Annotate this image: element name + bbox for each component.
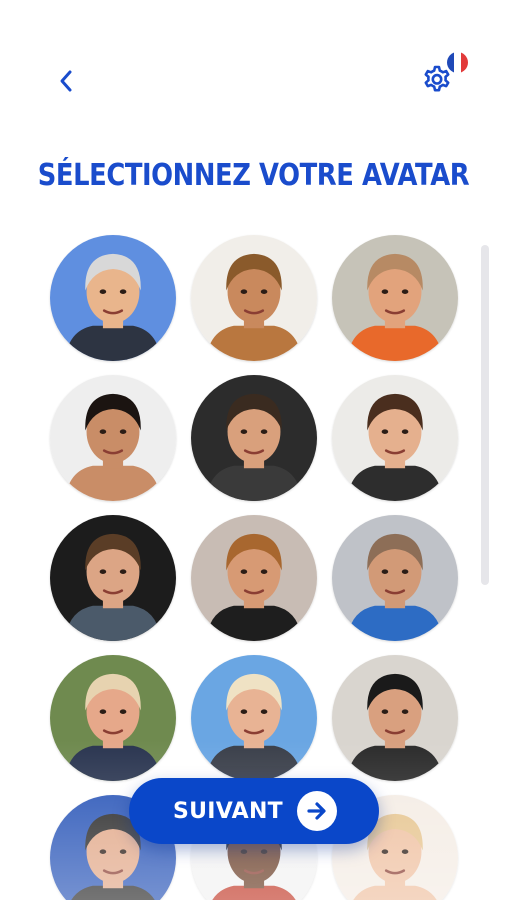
avatar-option-2[interactable] xyxy=(191,235,317,361)
avatar-option-10[interactable] xyxy=(50,655,176,781)
avatar-portrait xyxy=(50,655,176,781)
avatar-option-12[interactable] xyxy=(332,655,458,781)
avatar-portrait xyxy=(332,375,458,501)
avatar-portrait xyxy=(332,515,458,641)
flag-stripe-red xyxy=(461,52,468,73)
next-button-label: SUIVANT xyxy=(173,798,283,824)
avatar-option-7[interactable] xyxy=(50,515,176,641)
avatar-option-4[interactable] xyxy=(50,375,176,501)
avatar-portrait xyxy=(191,375,317,501)
avatar-portrait xyxy=(50,515,176,641)
avatar-option-8[interactable] xyxy=(191,515,317,641)
next-button[interactable]: SUIVANT xyxy=(129,778,379,844)
avatar-portrait xyxy=(191,235,317,361)
avatar-option-6[interactable] xyxy=(332,375,458,501)
france-flag-icon[interactable] xyxy=(447,52,468,73)
chevron-left-icon xyxy=(60,70,72,92)
avatar-portrait xyxy=(50,375,176,501)
flag-stripe-white xyxy=(454,52,461,73)
avatar-portrait xyxy=(191,655,317,781)
avatar-portrait xyxy=(191,515,317,641)
avatar-option-5[interactable] xyxy=(191,375,317,501)
avatar-option-11[interactable] xyxy=(191,655,317,781)
avatar-portrait xyxy=(50,235,176,361)
back-button[interactable] xyxy=(52,66,80,96)
avatar-option-1[interactable] xyxy=(50,235,176,361)
scrollbar[interactable] xyxy=(481,245,489,585)
avatar-option-3[interactable] xyxy=(332,235,458,361)
avatar-portrait xyxy=(332,655,458,781)
avatar-portrait xyxy=(332,235,458,361)
avatar-option-9[interactable] xyxy=(332,515,458,641)
page-title: SÉLECTIONNEZ VOTRE AVATAR xyxy=(37,158,470,193)
arrow-right-icon xyxy=(297,791,337,831)
